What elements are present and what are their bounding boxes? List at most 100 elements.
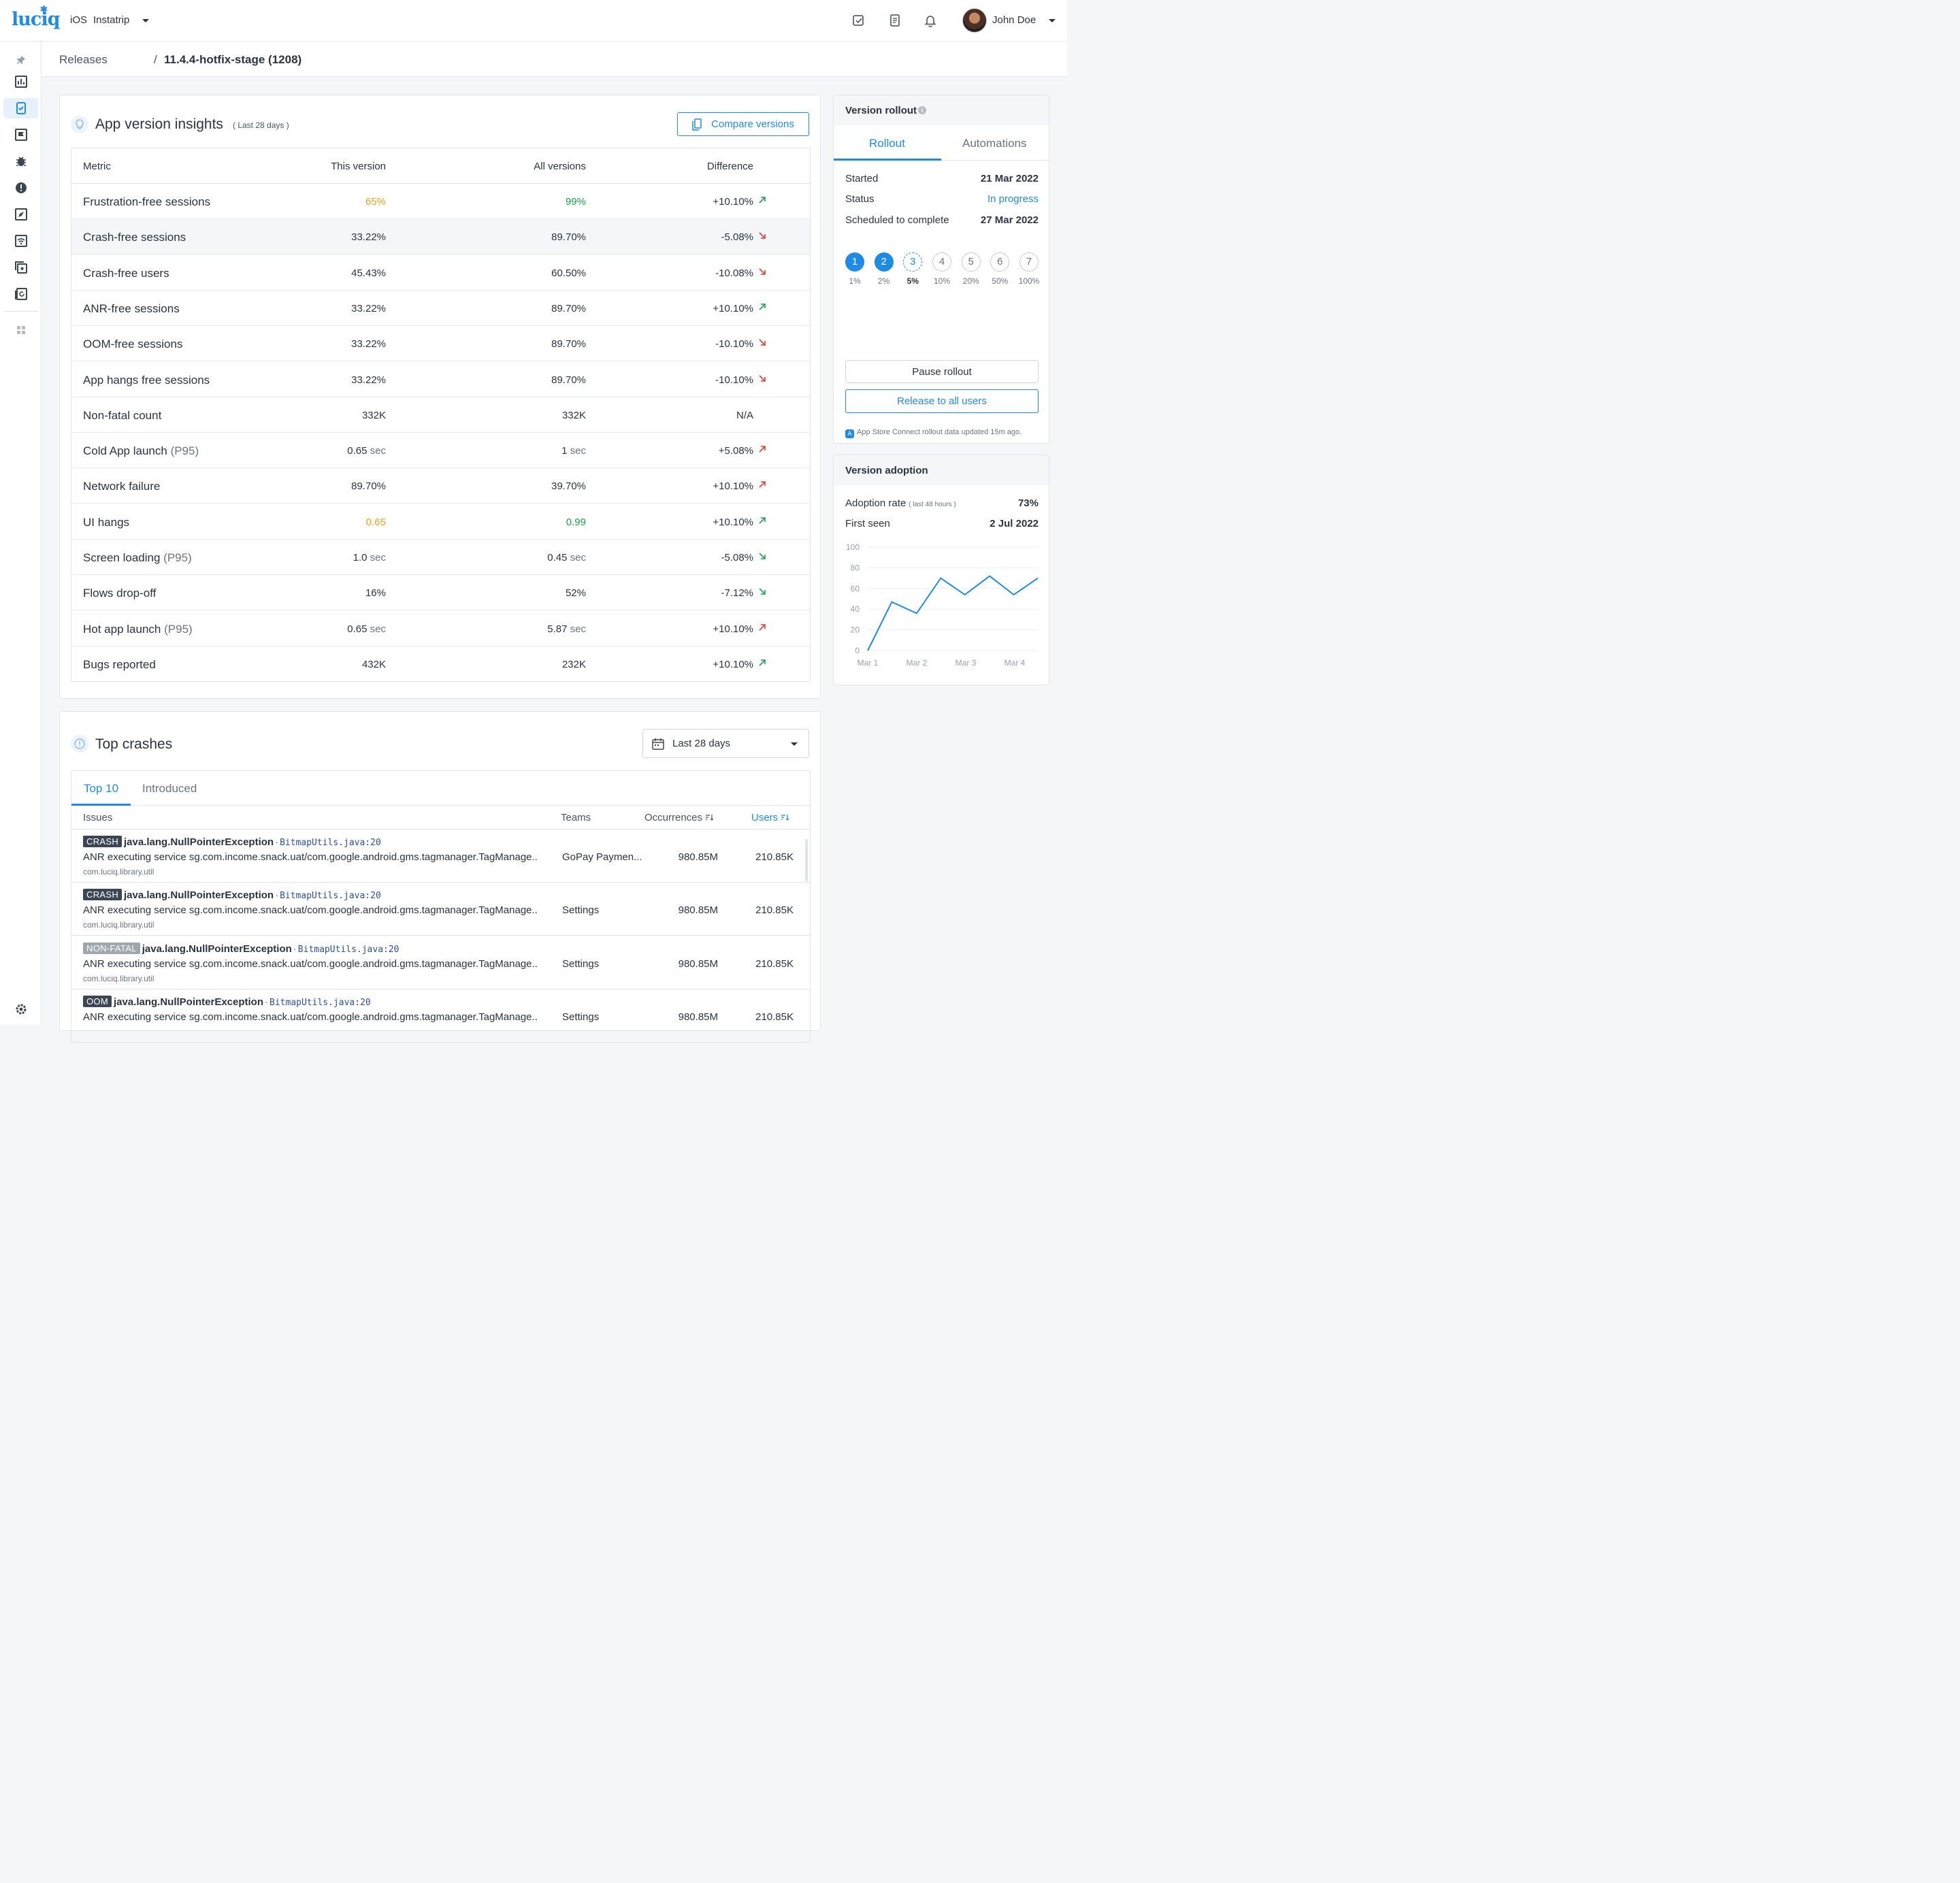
metric-name: Cold App launch (P95): [83, 444, 199, 458]
pause-rollout-button[interactable]: Pause rollout: [845, 360, 1039, 383]
difference-value: +10.10%: [713, 302, 753, 314]
apps-icon[interactable]: [3, 320, 38, 340]
pin-icon[interactable]: [3, 50, 38, 70]
scheduled-label: Scheduled to complete: [845, 214, 949, 226]
metric-row[interactable]: Cold App launch (P95) 0.65 sec 1 sec +5.08%: [71, 433, 810, 469]
metric-row[interactable]: Bugs reported 432K 232K +10.10%: [71, 646, 810, 682]
step-percentage: 50%: [992, 276, 1009, 286]
user-menu-chevron-icon[interactable]: [1049, 19, 1056, 22]
breadcrumb: Releases / 11.4.4-hotfix-stage (1208): [42, 42, 1067, 77]
platform-label[interactable]: iOS: [70, 14, 87, 26]
app-selector[interactable]: Instatrip: [93, 14, 129, 26]
difference-value: -10.10%: [715, 338, 753, 350]
info-icon[interactable]: i: [918, 106, 926, 114]
tab-rollout[interactable]: Rollout: [869, 137, 905, 150]
releases-icon[interactable]: [3, 98, 38, 118]
this-version-value: 33.22%: [351, 302, 386, 314]
y-tick-label: 60: [851, 584, 860, 593]
step-percentage: 5%: [906, 276, 919, 286]
rollout-steps: 1 1% 2 2% 3 5% 4 10% 5 20% 6 50% 7 100%: [845, 252, 1039, 286]
network-icon[interactable]: [3, 231, 38, 251]
metric-name: ANR-free sessions: [83, 301, 180, 315]
title-separator: ·: [275, 836, 279, 848]
task-check-icon[interactable]: [852, 14, 866, 27]
metric-row[interactable]: Screen loading (P95) 1.0 sec 0.45 sec -5.08…: [71, 540, 810, 575]
settings-icon[interactable]: [3, 999, 38, 1019]
metric-row[interactable]: Frustration-free sessions 65% 99% +10.10%: [71, 184, 810, 219]
document-icon[interactable]: [888, 14, 902, 27]
metric-row[interactable]: ANR-free sessions 33.22% 89.70% +10.10%: [71, 291, 810, 326]
metric-row[interactable]: Crash-free sessions 33.22% 89.70% -5.08%: [71, 219, 810, 255]
tab-introduced[interactable]: Introduced: [142, 782, 197, 796]
crash-message: ANR executing service sg.com.income.snac…: [83, 957, 538, 970]
metric-name: Frustration-free sessions: [83, 195, 211, 208]
chevron-down-icon[interactable]: [142, 19, 149, 22]
metric-row[interactable]: OOM-free sessions 33.22% 89.70% -10.10%: [71, 326, 810, 362]
metric-row[interactable]: Network failure 89.70% 39.70% +10.10%: [71, 468, 810, 504]
sort-icon: [706, 815, 714, 821]
crash-row[interactable]: CRASH java.lang.NullPointerException · Bitm…: [71, 830, 810, 883]
bell-icon[interactable]: [924, 14, 937, 27]
dashboard-icon[interactable]: [3, 71, 38, 92]
crash-row[interactable]: NON-FATAL java.lang.NullPointerException ·…: [71, 936, 810, 989]
version-adoption-card: Version adoption Adoption rate( last 48 …: [833, 455, 1049, 685]
crash-team: Settings: [562, 957, 600, 970]
adoption-title: Version adoption: [845, 465, 928, 476]
crash-occurrences: 980.85M: [678, 851, 718, 863]
metric-row[interactable]: Non-fatal count 332K 332K N/A: [71, 397, 810, 433]
this-version-value: 33.22%: [351, 231, 386, 244]
col-users[interactable]: Users: [751, 812, 789, 823]
col-occurrences[interactable]: Occurrences: [644, 812, 714, 823]
difference-value: +10.10%: [713, 196, 753, 208]
metric-row[interactable]: Flows drop-off 16% 52% -7.12%: [71, 575, 810, 611]
crash-row[interactable]: OOM java.lang.NullPointerException · Bitmap…: [71, 989, 810, 1043]
tab-top-10[interactable]: Top 10: [84, 782, 118, 796]
tab-automations[interactable]: Automations: [962, 137, 1027, 150]
crash-message: ANR executing service sg.com.income.snac…: [83, 1011, 538, 1023]
luciq-logo[interactable]: luciq ✱: [12, 5, 60, 30]
top-crashes-card: Top crashes Last 28 days Top 10 Introduc…: [59, 711, 821, 1043]
metric-row[interactable]: Hot app launch (P95) 0.65 sec 5.87 sec +10.…: [71, 611, 810, 646]
trend-up-icon: [759, 481, 766, 488]
compare-versions-button[interactable]: Compare versions: [677, 112, 809, 136]
alert-icon[interactable]: [3, 178, 38, 198]
rocket-icon[interactable]: [3, 204, 38, 225]
crash-message: ANR executing service sg.com.income.snac…: [83, 851, 538, 863]
difference-value: +5.08%: [718, 445, 753, 457]
all-versions-value: 332K: [561, 409, 586, 421]
metric-row[interactable]: Crash-free users 45.43% 60.50% -10.08%: [71, 255, 810, 291]
step-number: 6: [990, 252, 1010, 272]
difference-value: -10.08%: [715, 267, 753, 279]
step-number: 1: [845, 252, 864, 272]
metric-name: Flows drop-off: [83, 587, 157, 600]
crash-tabs: Top 10 Introduced: [71, 771, 810, 806]
top-crashes-title: Top crashes: [95, 736, 173, 752]
all-versions-value: 99%: [565, 196, 586, 208]
all-versions-value: 89.70%: [551, 374, 586, 386]
step-number: 5: [961, 252, 981, 272]
rollout-step: 2 2%: [874, 252, 894, 286]
breadcrumb-releases-link[interactable]: Releases: [59, 53, 108, 67]
crash-team: Settings: [562, 904, 600, 917]
metric-row[interactable]: UI hangs 0.65 0.99 +10.10%: [71, 504, 810, 540]
metric-row[interactable]: App hangs free sessions 33.22% 89.70% -10.…: [71, 362, 810, 397]
date-range-select[interactable]: Last 28 days: [642, 729, 809, 758]
crash-package: com.luciq.library.util: [83, 920, 154, 930]
avatar[interactable]: [962, 8, 987, 33]
crashes-table: Top 10 Introduced Issues Teams Occurrenc…: [71, 770, 811, 1043]
this-version-value: 16%: [365, 587, 386, 600]
rollout-step: 7 100%: [1019, 252, 1039, 286]
crash-row[interactable]: CRASH java.lang.NullPointerException · Bitm…: [71, 883, 810, 936]
bug-icon[interactable]: [3, 151, 38, 171]
scheduled-value: 27 Mar 2022: [980, 214, 1039, 226]
replay-icon[interactable]: [3, 284, 38, 304]
stack-icon[interactable]: [3, 257, 38, 278]
step-number: 3: [903, 252, 923, 272]
user-name[interactable]: John Doe: [992, 14, 1036, 26]
flag-icon[interactable]: [3, 125, 38, 145]
release-to-all-users-button[interactable]: Release to all users: [845, 389, 1039, 413]
rollout-step: 4 10%: [932, 252, 951, 286]
adoption-header: Version adoption: [834, 455, 1049, 485]
difference-value: -5.08%: [721, 552, 753, 563]
trend-down-icon: [759, 374, 766, 382]
